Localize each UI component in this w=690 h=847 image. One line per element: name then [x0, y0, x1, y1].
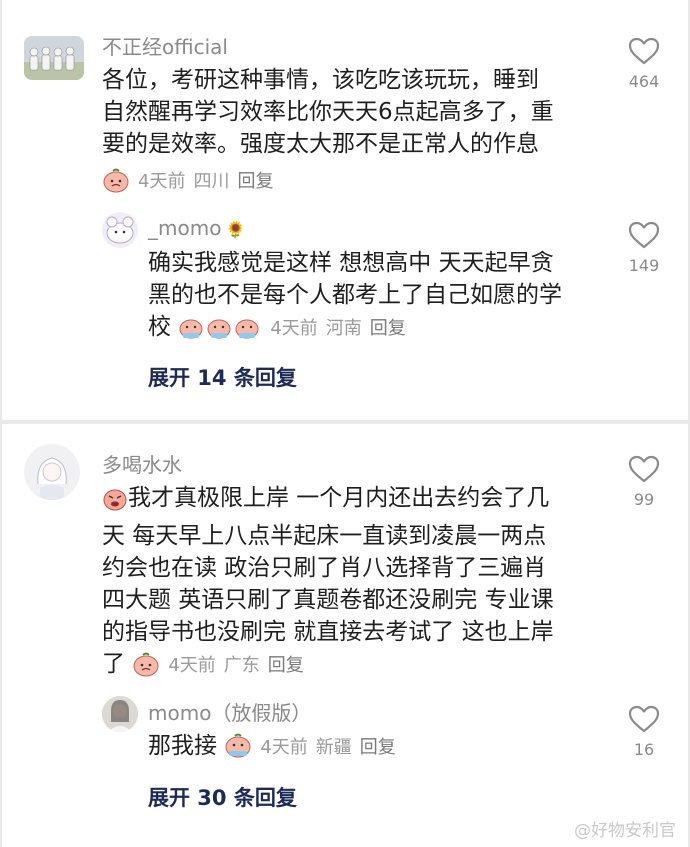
comment-line: 约会也在读 政治只刷了肖八选择背了三遍肖 — [102, 555, 547, 581]
comment-line: 四大题 英语只刷了真题卷都还没刷完 专业课 — [102, 587, 554, 613]
reply-line-with-meta: 那我接 4天前 新疆 回复 — [148, 730, 404, 768]
user-avatar[interactable] — [24, 36, 84, 80]
user-avatar[interactable] — [102, 212, 138, 248]
reply-location: 新疆 — [315, 737, 352, 758]
angry-peach-sticker-icon — [102, 487, 128, 520]
comment-line: 要的是效率。强度太大那不是正常人的作息 — [102, 131, 539, 157]
reply-button[interactable]: 回复 — [360, 737, 396, 758]
like-button[interactable]: 99 — [622, 454, 666, 509]
like-button[interactable]: 149 — [622, 220, 666, 275]
peach-sticker-icon — [132, 651, 160, 686]
username[interactable]: 不正经official — [102, 31, 228, 60]
comment-line-with-meta: 了 4天前 广东 回复 — [102, 648, 554, 686]
comment-meta-row: 4天前 四川 回复 — [102, 164, 281, 202]
peach-sticker-icon — [102, 167, 130, 202]
heart-outline-icon — [628, 455, 660, 483]
reply-button[interactable]: 回复 — [370, 318, 406, 339]
expand-replies-button[interactable]: 展开 14 条回复 — [148, 362, 297, 392]
reply-time: 4天前 — [260, 737, 308, 758]
reply-line-with-meta: 校 4天前 河南 回复 — [148, 311, 562, 349]
expand-replies-button[interactable]: 展开 30 条回复 — [148, 782, 297, 812]
comment-line: 自然醒再学习效率比你天天6点起高多了，重 — [102, 99, 554, 125]
comment-time: 4天前 — [138, 171, 186, 192]
heart-outline-icon — [628, 221, 660, 249]
reply-line: 黑的也不是每个人都考上了自己如愿的学 — [148, 282, 562, 308]
comment-line: 的指导书也没刷完 就直接去考试了 这也上岸 — [102, 619, 554, 645]
heart-outline-icon — [628, 37, 660, 65]
reply-line: 确实我感觉是这样 想想高中 天天起早贪 — [148, 250, 554, 276]
comment-text: 各位，考研这种事情，该吃吃该玩玩，睡到 自然醒再学习效率比你天天6点起高多了，重… — [102, 64, 554, 160]
reply-username[interactable]: momo（放假版） — [148, 697, 311, 726]
comment-card: 多喝水水 我才真极限上岸 一个月内还出去约会了几 天 每天早上八点半起床一直读到… — [2, 424, 688, 847]
like-button[interactable]: 16 — [622, 704, 666, 759]
username: _momo 🌻 — [148, 216, 245, 240]
comment-time: 4天前 — [168, 655, 216, 676]
crying-peach-sticker-icon — [178, 314, 262, 349]
comment-location: 广东 — [223, 655, 260, 676]
like-count: 149 — [628, 256, 660, 275]
watermark: @好物安利官 — [574, 821, 676, 841]
reply-button[interactable]: 回复 — [237, 171, 273, 192]
reply-text: 那我接 4天前 新疆 回复 — [148, 730, 404, 768]
comment-line: 天 每天早上八点半起床一直读到凌晨一两点 — [102, 523, 547, 549]
like-button[interactable]: 464 — [622, 36, 666, 91]
user-avatar[interactable] — [102, 696, 138, 732]
reply-username[interactable]: _momo — [148, 216, 221, 240]
reply-time: 4天前 — [270, 318, 318, 339]
heart-outline-icon — [628, 705, 660, 733]
reply-location: 河南 — [325, 318, 362, 339]
like-count: 99 — [633, 490, 655, 509]
sunflower-icon: 🌻 — [225, 220, 246, 239]
reply-button[interactable]: 回复 — [268, 655, 304, 676]
comment-location: 四川 — [193, 171, 230, 192]
like-count: 464 — [628, 72, 660, 91]
username[interactable]: 多喝水水 — [102, 449, 182, 478]
reply-text: 确实我感觉是这样 想想高中 天天起早贪 黑的也不是每个人都考上了自己如愿的学 校… — [148, 247, 562, 349]
comment-card: 不正经official 各位，考研这种事情，该吃吃该玩玩，睡到 自然醒再学习效率… — [2, 0, 688, 420]
crying-peach-sticker-icon — [224, 733, 252, 768]
comment-line: 我才真极限上岸 一个月内还出去约会了几 — [102, 482, 554, 520]
user-avatar[interactable] — [24, 444, 80, 500]
comment-line: 各位，考研这种事情，该吃吃该玩玩，睡到 — [102, 67, 539, 93]
comment-text: 我才真极限上岸 一个月内还出去约会了几 天 每天早上八点半起床一直读到凌晨一两点… — [102, 482, 554, 686]
like-count: 16 — [633, 740, 655, 759]
